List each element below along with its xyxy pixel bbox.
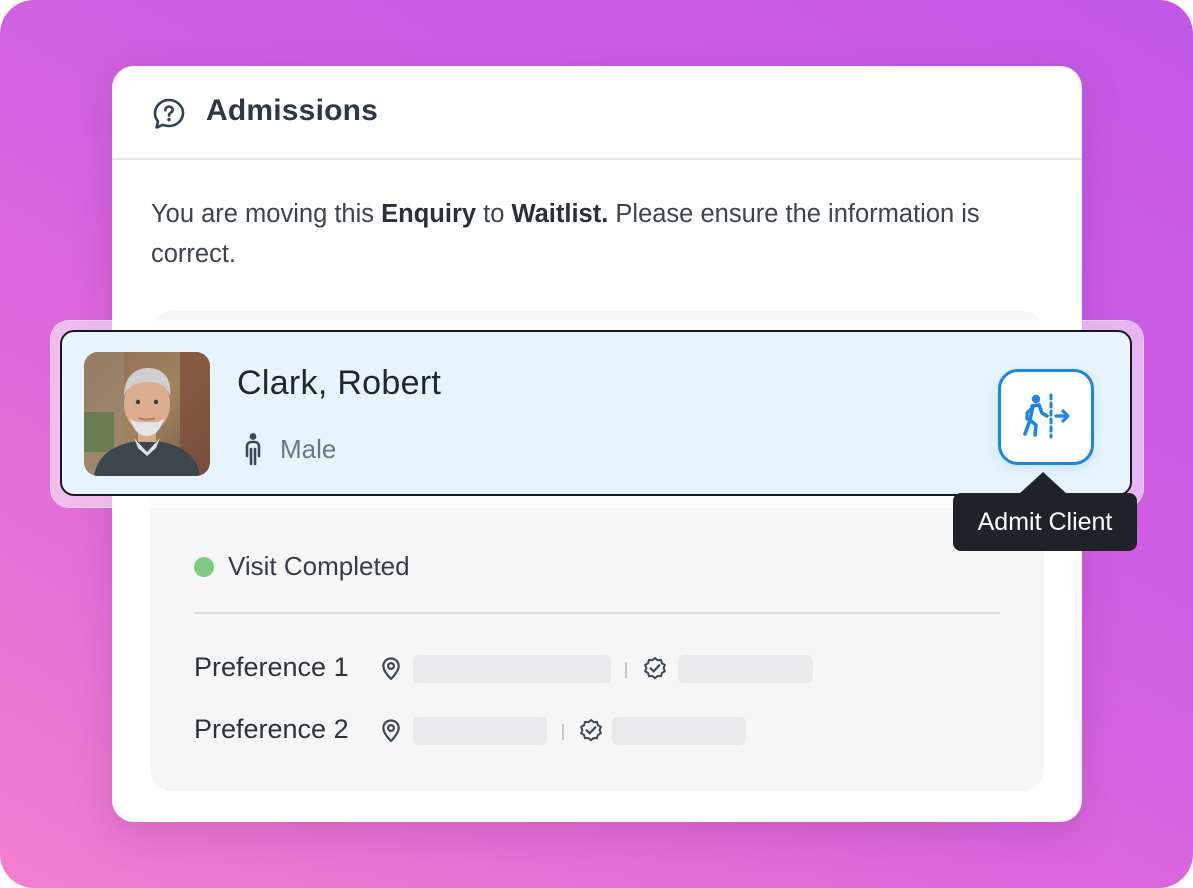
avatar	[84, 352, 210, 476]
client-card[interactable]: Clark, Robert Male	[60, 330, 1132, 496]
divider	[194, 612, 1000, 614]
location-placeholder	[413, 655, 611, 683]
move-confirmation-message: You are moving this Enquiry to Waitlist.…	[151, 194, 1051, 274]
location-pin-icon	[382, 719, 400, 743]
separator	[625, 662, 627, 678]
admit-client-button[interactable]	[998, 369, 1094, 465]
verified-badge-icon	[644, 657, 666, 680]
location-placeholder	[413, 717, 547, 745]
verified-badge-icon	[580, 719, 602, 742]
message-mid: to	[476, 200, 512, 228]
message-prefix: You are moving this	[151, 200, 382, 228]
status-dot	[194, 557, 214, 577]
client-gender: Male	[280, 434, 337, 464]
message-target: Waitlist.	[511, 200, 609, 228]
tooltip-arrow	[1019, 472, 1067, 494]
client-photo	[84, 352, 210, 476]
dialog-header: Admissions	[112, 66, 1082, 160]
separator	[562, 724, 564, 740]
dialog-title: Admissions	[206, 94, 379, 127]
status-placeholder	[612, 717, 746, 745]
location-pin-icon	[382, 657, 400, 681]
admit-client-icon	[1023, 393, 1070, 439]
preference-label: Preference 2	[194, 714, 349, 744]
client-name: Clark, Robert	[237, 364, 442, 402]
question-chat-icon	[153, 98, 185, 129]
background-frame: Admissions You are moving this Enquiry t…	[0, 0, 1193, 888]
preference-label: Preference 1	[194, 652, 349, 682]
status-placeholder	[678, 655, 813, 683]
admit-client-tooltip: Admit Client	[953, 493, 1137, 551]
preference-row: Preference 1	[194, 650, 1014, 690]
male-icon	[245, 433, 261, 466]
status-label: Visit Completed	[228, 551, 410, 581]
message-entity: Enquiry	[381, 200, 477, 228]
preference-row: Preference 2	[194, 712, 1014, 752]
